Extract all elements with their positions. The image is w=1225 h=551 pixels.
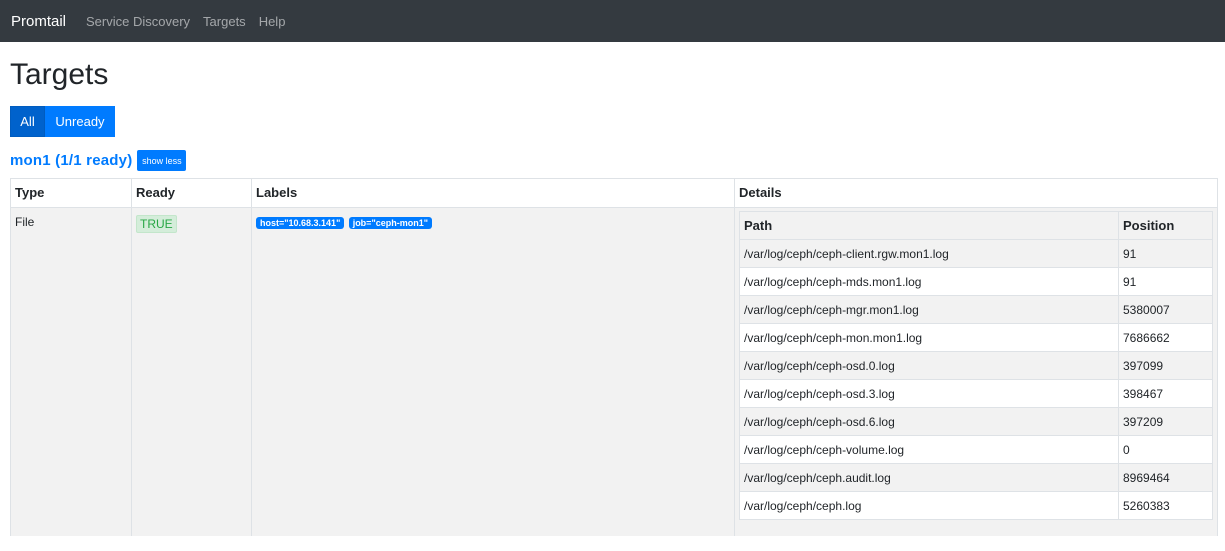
details-path: /var/log/ceph/ceph-volume.log [739, 435, 1119, 464]
details-path: /var/log/ceph/ceph-osd.0.log [739, 351, 1119, 380]
unready-button[interactable]: Unready [45, 106, 115, 137]
details-path: /var/log/ceph/ceph-mgr.mon1.log [739, 295, 1119, 324]
details-position: 91 [1118, 239, 1213, 268]
details-row: /var/log/ceph/ceph-client.rgw.mon1.log 9… [739, 239, 1213, 268]
cell-ready: TRUE [132, 208, 252, 536]
details-header-position: Position [1118, 211, 1213, 240]
details-path: /var/log/ceph/ceph.audit.log [739, 463, 1119, 492]
nav-link-targets[interactable]: Targets [203, 14, 246, 29]
ready-badge: TRUE [136, 215, 177, 233]
job-title-link[interactable]: mon1 (1/1 ready) [10, 152, 132, 169]
table-header-row: Type Ready Labels Details [11, 179, 1217, 208]
targets-table: Type Ready Labels Details File TRUE host… [10, 178, 1218, 536]
details-row: /var/log/ceph/ceph-mon.mon1.log 7686662 [739, 323, 1213, 352]
details-position: 397209 [1118, 407, 1213, 436]
nav-link-service-discovery[interactable]: Service Discovery [86, 14, 190, 29]
label-badge-host: host="10.68.3.141" [256, 217, 345, 229]
cell-labels: host="10.68.3.141" job="ceph-mon1" [252, 208, 735, 536]
nav-link-help[interactable]: Help [259, 14, 286, 29]
details-row: /var/log/ceph/ceph-mds.mon1.log 91 [739, 267, 1213, 296]
details-row: /var/log/ceph/ceph-mgr.mon1.log 5380007 [739, 295, 1213, 324]
header-labels: Labels [252, 179, 735, 207]
cell-type: File [11, 208, 132, 536]
details-header-path: Path [739, 211, 1119, 240]
header-ready: Ready [132, 179, 252, 207]
details-row: /var/log/ceph/ceph-osd.0.log 397099 [739, 351, 1213, 380]
details-position: 397099 [1118, 351, 1213, 380]
details-path: /var/log/ceph/ceph-osd.3.log [739, 379, 1119, 408]
details-row: /var/log/ceph/ceph.log 5260383 [739, 491, 1213, 520]
details-position: 5260383 [1118, 491, 1213, 520]
all-button[interactable]: All [10, 106, 45, 137]
details-position: 398467 [1118, 379, 1213, 408]
details-position: 7686662 [1118, 323, 1213, 352]
details-path: /var/log/ceph/ceph.log [739, 491, 1119, 520]
details-position: 8969464 [1118, 463, 1213, 492]
show-less-button[interactable]: show less [137, 150, 187, 171]
top-navbar: Promtail Service Discovery Targets Help [0, 0, 1225, 42]
details-path: /var/log/ceph/ceph-mon.mon1.log [739, 323, 1119, 352]
job-header: mon1 (1/1 ready) show less [10, 150, 187, 171]
table-row: File TRUE host="10.68.3.141" job="ceph-m… [11, 208, 1217, 536]
details-row: /var/log/ceph/ceph.audit.log 8969464 [739, 463, 1213, 492]
details-table: Path Position /var/log/ceph/ceph-client.… [739, 211, 1213, 520]
label-badge-job: job="ceph-mon1" [348, 217, 432, 229]
details-path: /var/log/ceph/ceph-osd.6.log [739, 407, 1119, 436]
details-position: 91 [1118, 267, 1213, 296]
cell-details: Path Position /var/log/ceph/ceph-client.… [735, 208, 1218, 536]
details-position: 0 [1118, 435, 1213, 464]
details-path: /var/log/ceph/ceph-mds.mon1.log [739, 267, 1119, 296]
brand-link[interactable]: Promtail [11, 13, 66, 30]
details-row: /var/log/ceph/ceph-osd.6.log 397209 [739, 407, 1213, 436]
details-row: /var/log/ceph/ceph-osd.3.log 398467 [739, 379, 1213, 408]
filter-button-group: All Unready [10, 106, 115, 137]
page-title: Targets [10, 58, 109, 91]
header-type: Type [11, 179, 132, 207]
details-path: /var/log/ceph/ceph-client.rgw.mon1.log [739, 239, 1119, 268]
details-row: /var/log/ceph/ceph-volume.log 0 [739, 435, 1213, 464]
details-position: 5380007 [1118, 295, 1213, 324]
header-details: Details [739, 185, 782, 200]
